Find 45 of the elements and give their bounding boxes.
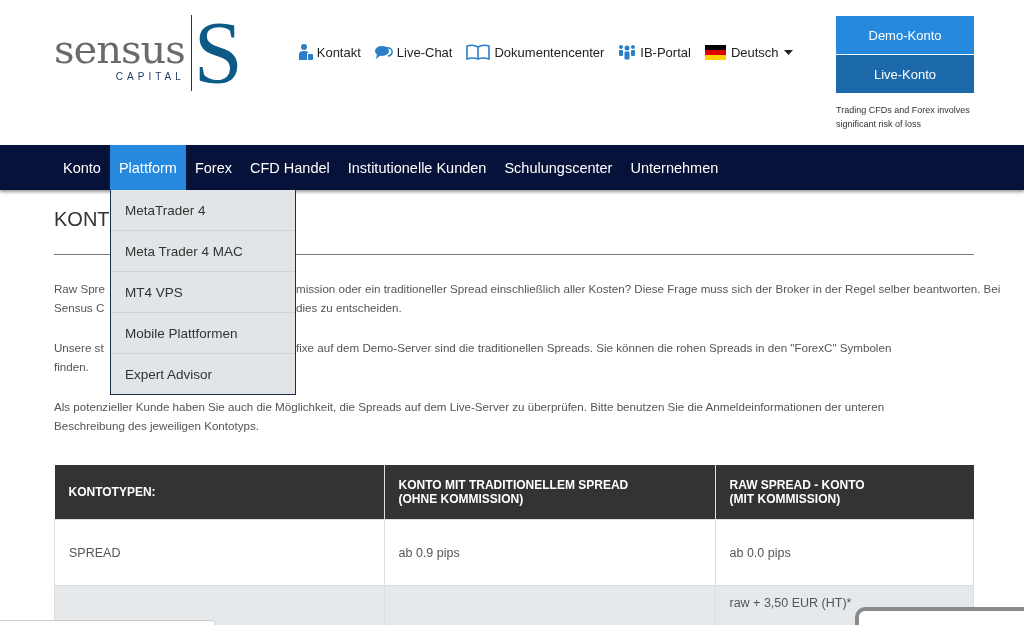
logo-letter: S	[190, 15, 243, 91]
chat-icon	[374, 44, 393, 60]
table-cell: ab 0.0 pips	[715, 519, 974, 586]
page-heading: KONT	[54, 207, 110, 232]
menu-item[interactable]: Meta Trader 4 MAC	[111, 231, 295, 272]
paragraph-text: finden.	[54, 359, 89, 375]
header-link[interactable]: Live-Chat	[374, 44, 453, 60]
account-button[interactable]: Live-Konto	[836, 55, 974, 93]
table-cell: SPREAD	[54, 519, 384, 586]
paragraph-text: dies zu entscheiden.	[296, 300, 402, 316]
nav-tab[interactable]: Schulungscenter	[495, 145, 622, 190]
people-icon	[618, 44, 637, 60]
logo-wordmark: sensus	[54, 29, 185, 69]
book-icon	[466, 44, 491, 60]
nav-tab[interactable]: Plattform	[109, 145, 186, 190]
header-link[interactable]: Kontakt	[298, 44, 361, 60]
menu-item[interactable]: MetaTrader 4	[111, 190, 295, 231]
nav-tab[interactable]: Institutionelle Kunden	[338, 145, 496, 190]
logo-subtitle: CAPITAL	[115, 71, 185, 82]
paragraph-text: Raw Spre	[54, 282, 105, 295]
paragraph-text: Sensus C	[54, 301, 105, 314]
column-header: KONTOTYPEN:	[54, 465, 384, 520]
person-icon	[298, 44, 313, 60]
header-link[interactable]: IB-Portal	[618, 44, 691, 60]
header-link[interactable]: Dokumentencenter	[466, 44, 605, 60]
menu-item[interactable]: Expert Advisor	[111, 354, 295, 394]
nav-tab[interactable]: CFD Handel	[241, 145, 339, 190]
nav-tab[interactable]: Forex	[185, 145, 241, 190]
table-cell: ab 0.9 pips	[384, 519, 715, 586]
paragraph-text: Beschreibung des jeweiligen Kontotyps.	[54, 418, 259, 434]
flag-icon	[704, 44, 726, 60]
nav-tab[interactable]: Konto	[54, 145, 110, 190]
column-header: KONTO MIT TRADITIONELLEM SPREAD (OHNE KOMMISSION)	[384, 465, 715, 520]
column-header: RAW SPREAD - KONTO (MIT KOMMISSION)	[715, 465, 974, 520]
paragraph-text: Als potenzieller Kunde haben Sie auch die Möglichkeit, die Spreads auf dem Live-Server zu überprüfen. Bitte benutzen Sie die Anmeldeinformationen der unteren	[54, 399, 885, 415]
risk-warning: Trading CFDs and Forex involves significant risk of loss	[836, 104, 971, 131]
menu-item[interactable]: MT4 VPS	[111, 272, 295, 313]
menu-item[interactable]: Mobile Plattformen	[111, 313, 295, 354]
account-button[interactable]: Demo-Konto	[836, 16, 974, 54]
paragraph-text: mission oder ein traditioneller Spread einschließlich aller Kosten? Diese Frage muss sich der Broker in der Regel selber beantworten. Bei	[296, 281, 1001, 297]
nav-tab[interactable]: Unternehmen	[621, 145, 728, 190]
language-selector[interactable]: Deutsch	[704, 44, 793, 60]
caret-icon	[783, 49, 793, 55]
paragraph-text: Unsere st	[54, 341, 104, 354]
paragraph-text: fixe auf dem Demo-Server sind die traditionellen Spreads. Sie können die rohen Spreads in den "ForexC" Symbolen	[296, 340, 892, 356]
